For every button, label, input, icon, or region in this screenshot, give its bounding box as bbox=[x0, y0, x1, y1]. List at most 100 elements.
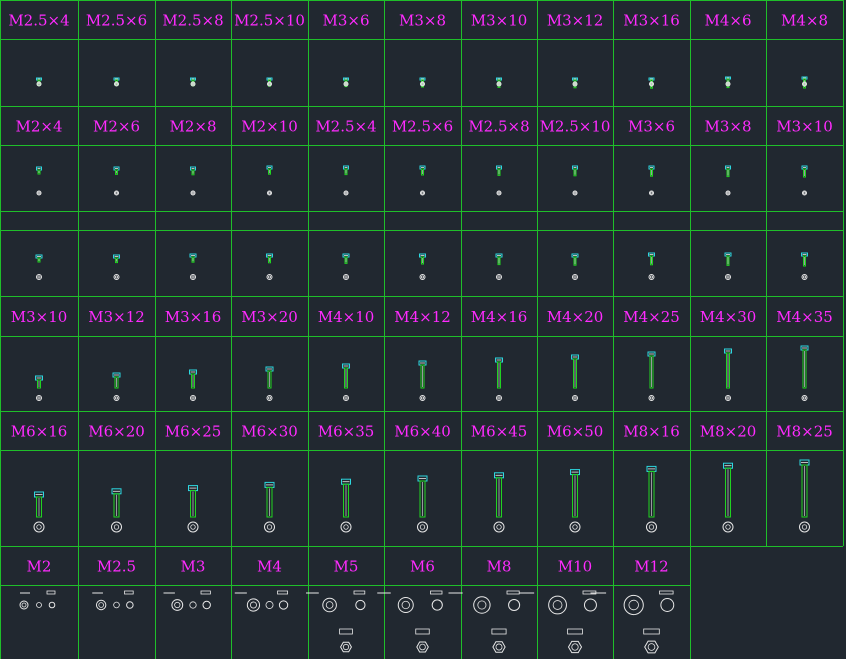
size-label: M4×12 bbox=[394, 308, 451, 326]
bolt-drawing bbox=[266, 165, 273, 196]
hex-nut-hole bbox=[495, 643, 503, 651]
bolt-drawing bbox=[189, 253, 197, 280]
bolt-end-view bbox=[572, 274, 578, 280]
size-label: M2×10 bbox=[241, 118, 298, 136]
nut-top-view bbox=[202, 600, 211, 610]
size-label: M2.5×10 bbox=[234, 12, 305, 30]
washer-hole bbox=[174, 601, 181, 609]
washer-top-view bbox=[322, 597, 337, 613]
nut-side-view bbox=[506, 590, 520, 595]
bolt-end-inner bbox=[726, 191, 730, 195]
bolt-end-inner bbox=[37, 275, 41, 279]
bolt-end-view bbox=[33, 521, 45, 533]
bolt-end-inner bbox=[648, 524, 655, 530]
nut-side-view bbox=[200, 590, 211, 595]
size-label: M6×35 bbox=[318, 423, 375, 441]
washer-hole bbox=[401, 600, 410, 610]
bolt-end-view bbox=[799, 521, 810, 533]
size-label: M4×25 bbox=[623, 308, 680, 326]
bolt-drawing bbox=[801, 165, 808, 196]
size-label: M6×30 bbox=[241, 423, 298, 441]
bolt-end-inner bbox=[419, 524, 426, 530]
size-label: M2.5×4 bbox=[315, 118, 376, 136]
bolt-end-inner bbox=[573, 275, 577, 279]
nut-side-profile bbox=[339, 628, 353, 635]
bolt-drawing bbox=[264, 481, 275, 533]
bolt-drawing bbox=[266, 77, 273, 87]
bolt-drawing bbox=[112, 372, 121, 401]
size-label: M2.5×10 bbox=[540, 118, 611, 136]
bolt-end-view bbox=[190, 395, 196, 401]
size-label: M4×10 bbox=[318, 308, 375, 326]
size-label: M6×25 bbox=[165, 423, 222, 441]
size-label: M4 bbox=[257, 558, 282, 576]
size-label: M4×35 bbox=[776, 308, 833, 326]
size-label: M4×6 bbox=[704, 12, 751, 30]
bolt-end-inner bbox=[421, 191, 424, 195]
nut-washer-group bbox=[19, 590, 56, 610]
hex-nut-hole bbox=[342, 643, 350, 651]
bolt-end-inner bbox=[420, 396, 425, 400]
bolt-drawing bbox=[190, 77, 196, 87]
bolt-end-inner bbox=[726, 275, 730, 279]
bolt-end-view bbox=[190, 274, 196, 280]
washer-hole bbox=[325, 601, 334, 609]
washer-top-view bbox=[171, 599, 184, 611]
bolt-drawing bbox=[724, 348, 732, 401]
bolt-end-inner bbox=[114, 275, 119, 279]
size-label: M3×10 bbox=[471, 12, 528, 30]
bolt-drawing bbox=[495, 357, 503, 401]
bolt-end-view bbox=[340, 521, 352, 533]
size-label: M5 bbox=[334, 558, 359, 576]
bolt-drawing bbox=[725, 76, 731, 89]
nut-washer-group bbox=[448, 590, 521, 653]
bolt-end-inner bbox=[650, 191, 653, 195]
size-label: M2.5×8 bbox=[162, 12, 223, 30]
bolt-drawing bbox=[646, 465, 657, 533]
bolt-end-inner bbox=[726, 396, 730, 400]
nut-washer-group bbox=[163, 590, 211, 611]
bolt-drawing bbox=[113, 254, 120, 280]
bolt-end-view bbox=[722, 521, 734, 533]
bolt-end-inner bbox=[268, 191, 271, 195]
bolt-end-inner bbox=[497, 396, 501, 400]
nut-top-view bbox=[431, 599, 443, 611]
washer-top-view bbox=[246, 598, 261, 612]
nut-top-view bbox=[583, 598, 597, 612]
bolt-drawing bbox=[342, 253, 350, 280]
bolt-end-view bbox=[648, 274, 655, 280]
bolt-end-inner bbox=[344, 275, 348, 279]
bolt-drawing bbox=[33, 491, 45, 533]
nut-top-view bbox=[48, 601, 56, 609]
bolt-drawing bbox=[722, 462, 734, 533]
bolt-drawing bbox=[419, 165, 426, 196]
hex-nut-hole bbox=[647, 643, 656, 651]
bolt-end-inner bbox=[803, 191, 806, 195]
bolt-drawing bbox=[800, 345, 809, 401]
bolt-end-view bbox=[569, 521, 581, 533]
hex-nut-hole bbox=[571, 643, 579, 651]
bolt-drawing bbox=[111, 488, 122, 533]
bolt-drawing bbox=[571, 253, 579, 280]
bolt-end-view bbox=[801, 274, 808, 280]
bolt-end-view bbox=[646, 521, 657, 533]
washer-hole bbox=[249, 601, 257, 609]
lock-washer-view bbox=[36, 602, 42, 608]
bolt-end-view bbox=[648, 395, 655, 401]
size-label: M4×30 bbox=[700, 308, 757, 326]
size-label: M2.5 bbox=[97, 558, 136, 576]
size-label: M3×10 bbox=[11, 308, 68, 326]
bolt-drawing bbox=[343, 165, 349, 196]
bolt-end-view bbox=[111, 521, 122, 533]
nut-washer-group bbox=[519, 590, 597, 654]
size-label: M4×16 bbox=[471, 308, 528, 326]
bolt-end-view bbox=[36, 395, 42, 401]
size-label: M3×12 bbox=[88, 308, 145, 326]
nut-side-profile bbox=[415, 628, 430, 635]
bolt-drawing bbox=[572, 165, 578, 196]
bolt-end-inner bbox=[802, 396, 807, 400]
bolt-end-inner bbox=[573, 396, 577, 400]
bolt-end-view bbox=[417, 521, 428, 533]
size-label: M2.5×6 bbox=[392, 118, 453, 136]
bolt-end-inner bbox=[190, 524, 196, 530]
